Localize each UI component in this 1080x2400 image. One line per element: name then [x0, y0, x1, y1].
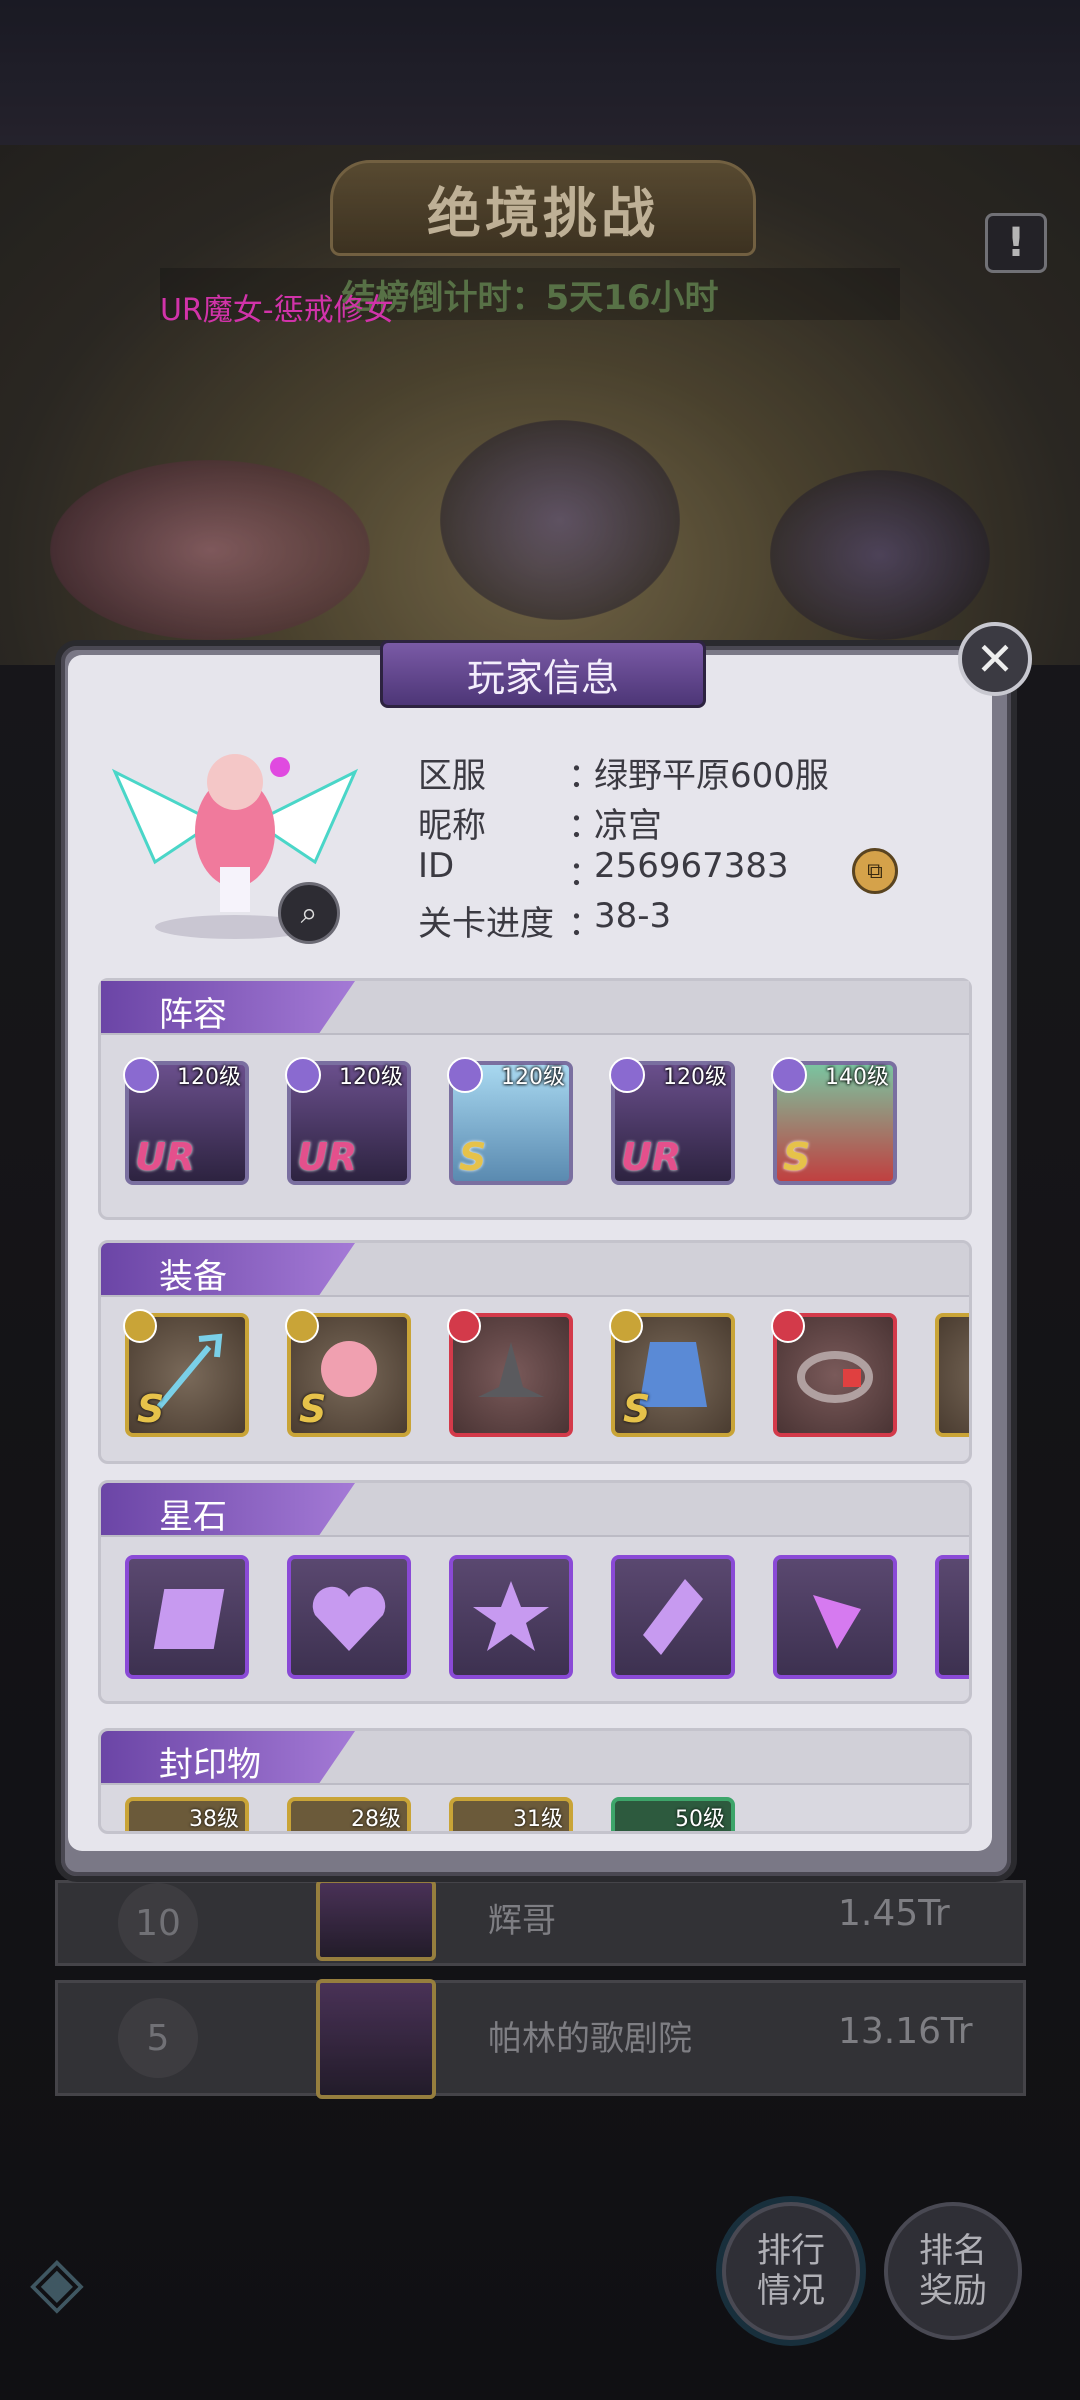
hero-slot[interactable]: 140级 S — [771, 1057, 897, 1185]
diamond-gem-icon — [643, 1579, 703, 1655]
square-gem-icon — [153, 1589, 225, 1649]
hero-slot[interactable]: 120级 UR — [123, 1057, 249, 1185]
element-icon — [447, 1309, 481, 1343]
section-tab — [101, 1483, 355, 1535]
hero-level: 120级 — [177, 1065, 241, 1090]
equipment-rank: S — [299, 1387, 327, 1431]
equipment-slot[interactable] — [771, 1309, 897, 1437]
section-tab — [101, 981, 355, 1033]
progress-label: 关卡进度 — [418, 904, 554, 944]
star-stones-section: 星石 — [98, 1480, 972, 1704]
equipment-slot[interactable]: S — [123, 1309, 249, 1437]
hero-rank: UR — [621, 1135, 682, 1179]
id-value: 256967383 — [594, 846, 789, 886]
hero-level: 140级 — [825, 1065, 889, 1090]
star-stone-slot[interactable] — [287, 1555, 411, 1679]
nickname-value: 凉宫 — [594, 806, 662, 846]
copy-icon: ⧉ — [867, 858, 883, 884]
close-button[interactable]: ✕ — [958, 622, 1032, 696]
nickname-label: 昵称 — [418, 806, 486, 846]
seal-level: 28级 — [351, 1807, 401, 1832]
hero-level: 120级 — [339, 1065, 403, 1090]
equipment-slot[interactable]: S — [285, 1309, 411, 1437]
seal-slot[interactable]: 50级 — [611, 1797, 735, 1832]
section-title: 阵容 — [159, 995, 227, 1035]
hero-rank: UR — [135, 1135, 196, 1179]
dialog-title: 玩家信息 — [380, 640, 706, 708]
star-stone-slot[interactable] — [773, 1555, 897, 1679]
hero-level: 120级 — [501, 1065, 565, 1090]
seal-slot[interactable]: 38级 — [125, 1797, 249, 1832]
seal-level: 31级 — [513, 1807, 563, 1832]
hero-level: 120级 — [663, 1065, 727, 1090]
star-stone-slot[interactable] — [449, 1555, 573, 1679]
seal-slot[interactable]: 31级 — [449, 1797, 573, 1832]
element-icon — [447, 1057, 483, 1093]
section-tab — [101, 1243, 355, 1295]
section-title: 星石 — [159, 1497, 227, 1537]
hero-rank: UR — [297, 1135, 358, 1179]
heart-gem-icon — [312, 1586, 386, 1651]
star-gem-icon — [473, 1581, 549, 1651]
element-icon — [771, 1309, 805, 1343]
magnify-icon[interactable]: ⌕ — [278, 882, 340, 944]
element-icon — [285, 1309, 319, 1343]
hero-slot[interactable]: 120级 UR — [609, 1057, 735, 1185]
element-icon — [123, 1057, 159, 1093]
seal-level: 38级 — [189, 1807, 239, 1832]
close-icon: ✕ — [975, 632, 1015, 686]
hero-slot[interactable]: 120级 S — [447, 1057, 573, 1185]
equipment-rank: S — [137, 1387, 165, 1431]
equipment-slot[interactable]: S — [609, 1309, 735, 1437]
equipment-slot[interactable] — [447, 1309, 573, 1437]
element-icon — [123, 1309, 157, 1343]
seal-slot[interactable]: 28级 — [287, 1797, 411, 1832]
progress-value: 38-3 — [594, 896, 672, 936]
server-label: 区服 — [418, 756, 486, 796]
seals-section: 封印物 38级 28级 31级 50级 — [98, 1728, 972, 1834]
hero-rank: S — [459, 1135, 487, 1179]
star-stone-slot[interactable] — [611, 1555, 735, 1679]
id-label: ID — [418, 846, 455, 886]
hero-rank: S — [783, 1135, 811, 1179]
section-title: 封印物 — [159, 1745, 261, 1785]
section-title: 装备 — [159, 1257, 227, 1297]
equipment-slot[interactable] — [935, 1313, 969, 1437]
element-icon — [609, 1309, 643, 1343]
hero-slot[interactable]: 120级 UR — [285, 1057, 411, 1185]
server-value: 绿野平原600服 — [594, 756, 829, 796]
element-icon — [285, 1057, 321, 1093]
equipment-rank: S — [623, 1387, 651, 1431]
copy-id-button[interactable]: ⧉ — [852, 848, 898, 894]
element-icon — [771, 1057, 807, 1093]
equipment-section: 装备 S S S — [98, 1240, 972, 1464]
star-stone-slot[interactable] — [935, 1555, 969, 1679]
teardrop-gem-icon — [813, 1595, 861, 1649]
element-icon — [609, 1057, 645, 1093]
star-stone-slot[interactable] — [125, 1555, 249, 1679]
seal-level: 50级 — [675, 1807, 725, 1832]
lineup-section: 阵容 120级 UR 120级 UR 120级 S 120级 UR 140级 S — [98, 978, 972, 1220]
